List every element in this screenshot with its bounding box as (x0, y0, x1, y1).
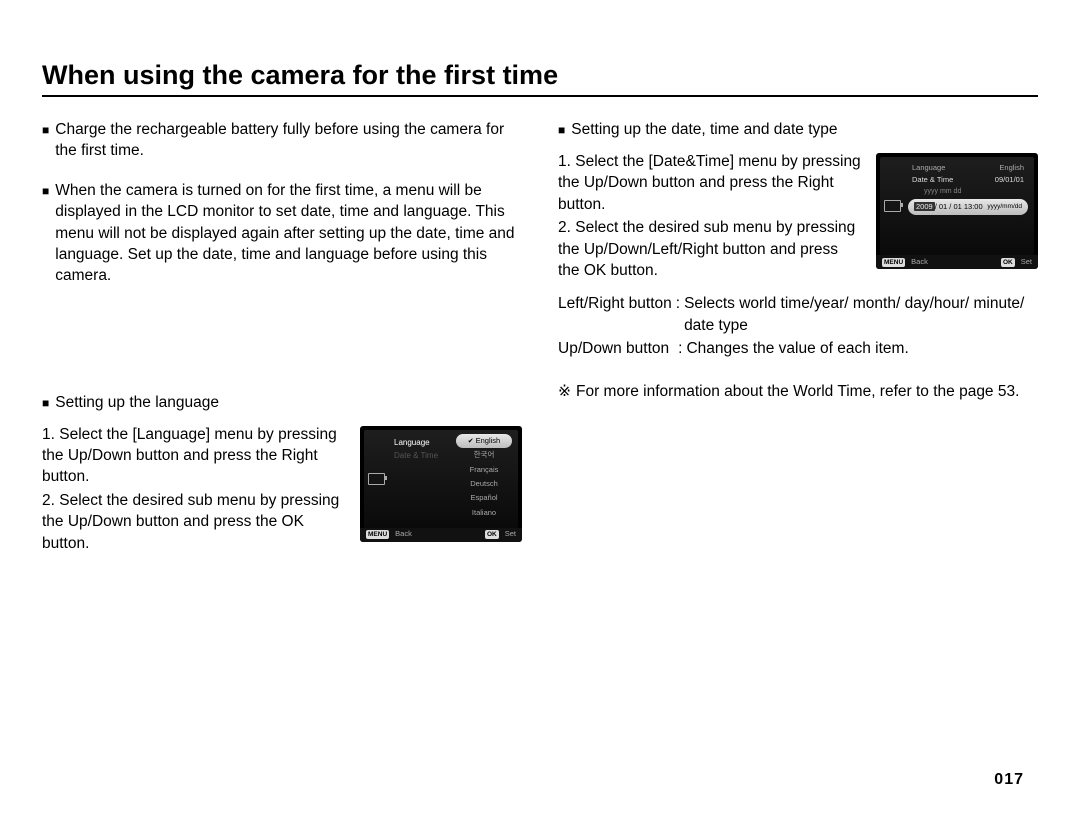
colon-separator: : (669, 338, 686, 359)
definition-row: Left/Right button : Selects world time/y… (558, 293, 1038, 336)
battery-icon (368, 473, 385, 485)
colon-separator: : (672, 293, 684, 336)
lcd-lang-option: Italiano (456, 506, 512, 520)
lcd-lang-option: ✔English (456, 434, 512, 449)
lcd-language-list: ✔English 한국어 Français Deutsch Español It… (456, 434, 512, 520)
lcd-row: Language English (908, 163, 1028, 173)
square-bullet-icon: ■ (42, 392, 49, 414)
page-title: When using the camera for the first time (42, 60, 1038, 91)
lcd-date-type: yyyy/mm/dd (987, 203, 1022, 212)
lcd-menu-label: Language (394, 437, 430, 448)
step: 1. Select the [Language] menu by pressin… (42, 424, 346, 488)
reference-mark-icon: ※ (558, 381, 571, 402)
lcd-datetime-screenshot: Language English Date & Time 09/01/01 yy… (876, 153, 1038, 269)
lcd-row-label: Language (912, 163, 945, 173)
check-icon: ✔ (468, 438, 474, 445)
lcd-language-screenshot: Language Date & Time ✔English 한국어 França… (360, 426, 522, 542)
lcd-lang-option: Français (456, 463, 512, 477)
definition-label: Left/Right button (558, 293, 672, 336)
steps-list: 1. Select the [Date&Time] menu by pressi… (558, 151, 862, 283)
step: 2. Select the desired sub menu by pressi… (558, 217, 862, 281)
battery-icon (884, 200, 901, 212)
square-bullet-icon: ■ (558, 119, 565, 141)
button-definitions: Left/Right button : Selects world time/y… (558, 293, 1038, 359)
ok-tag-icon: OK (1001, 258, 1015, 267)
bullet-item: ■ Charge the rechargeable battery fully … (42, 119, 522, 162)
step: 1. Select the [Date&Time] menu by pressi… (558, 151, 862, 215)
lcd-footer-set: Set (1021, 257, 1032, 267)
lcd-date-editor: 2009/ 01 / 01 13:00 yyyy/mm/dd (908, 199, 1028, 215)
steps-list: 1. Select the [Language] menu by pressin… (42, 424, 346, 556)
bullet-text: Charge the rechargeable battery fully be… (55, 119, 522, 162)
lcd-format-hint: yyyy mm dd (920, 187, 1028, 197)
definition-value: Changes the value of each item. (686, 338, 908, 359)
bullet-item: ■ When the camera is turned on for the f… (42, 180, 522, 287)
lcd-footer-back: Back (911, 257, 928, 267)
lcd-lang-option: Español (456, 491, 512, 505)
step: 2. Select the desired sub menu by pressi… (42, 490, 346, 554)
square-bullet-icon: ■ (42, 180, 49, 287)
reference-note: ※ For more information about the World T… (558, 381, 1038, 402)
subheading: ■ Setting up the language (42, 392, 522, 414)
definition-row: Up/Down button : Changes the value of ea… (558, 338, 1038, 359)
page-number: 017 (994, 771, 1024, 789)
lcd-menu-label: Date & Time (394, 450, 438, 461)
lcd-row-value: 09/01/01 (995, 175, 1024, 185)
ok-tag-icon: OK (485, 530, 499, 539)
square-bullet-icon: ■ (42, 119, 49, 162)
lcd-footer-set: Set (505, 529, 516, 539)
menu-tag-icon: MENU (366, 530, 389, 539)
subheading-text: Setting up the language (55, 392, 219, 414)
bullet-text: When the camera is turned on for the fir… (55, 180, 522, 287)
lcd-footer: MENU Back OK Set (360, 528, 522, 542)
lcd-lang-option: 한국어 (456, 448, 512, 462)
subheading: ■ Setting up the date, time and date typ… (558, 119, 1038, 141)
left-column: ■ Charge the rechargeable battery fully … (42, 119, 528, 556)
definition-value: Selects world time/year/ month/ day/hour… (684, 293, 1038, 336)
subheading-text: Setting up the date, time and date type (571, 119, 837, 141)
lcd-lang-option: Deutsch (456, 477, 512, 491)
lcd-year-selected: 2009 (914, 202, 935, 211)
lcd-footer: MENU Back OK Set (876, 255, 1038, 269)
lcd-row-label: Date & Time (912, 175, 953, 185)
menu-tag-icon: MENU (882, 258, 905, 267)
definition-label: Up/Down button (558, 338, 669, 359)
lcd-row-value: English (999, 163, 1024, 173)
right-column: ■ Setting up the date, time and date typ… (558, 119, 1038, 556)
lcd-row: Date & Time 09/01/01 (908, 175, 1028, 185)
note-text: For more information about the World Tim… (576, 381, 1019, 402)
title-rule (42, 95, 1038, 97)
lcd-footer-back: Back (395, 529, 412, 539)
